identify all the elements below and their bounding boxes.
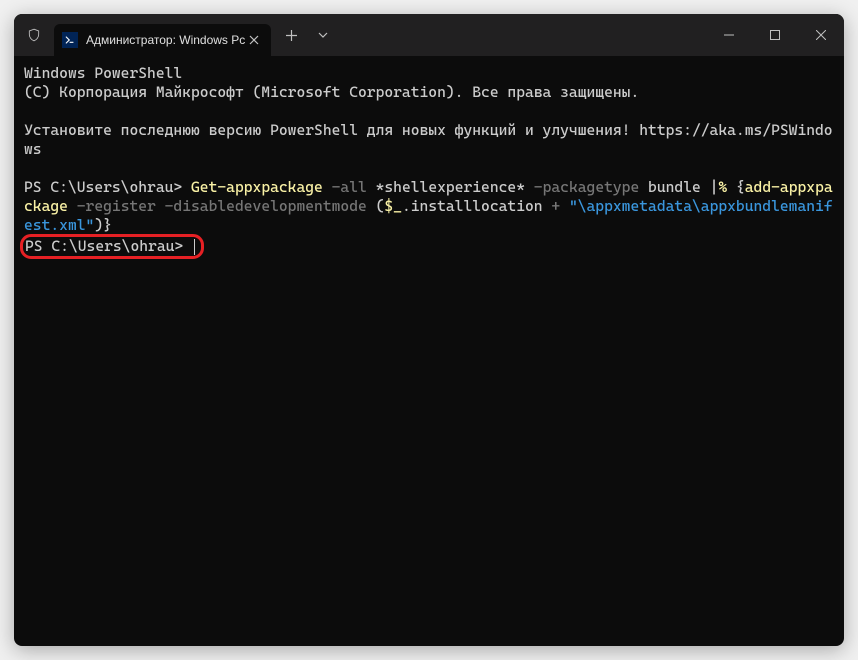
cmd-token: -register -disabledevelopmentmode [68,197,367,215]
ps-header-1: Windows PowerShell [24,64,182,82]
tab-title: Администратор: Windows Pc [86,33,245,47]
maximize-button[interactable] [752,14,798,56]
cmd-token: -packagetype [525,178,639,196]
prompt-2: PS C:\Users\ohrau> [25,237,192,255]
cmd-token: Get-appxpackage [191,178,323,196]
cmd-token: { [736,178,745,196]
cmd-token: bundle [639,178,709,196]
prompt-1: PS C:\Users\ohrau> [24,178,191,196]
cursor [194,239,195,255]
cmd-token: )} [94,216,112,234]
new-tab-button[interactable] [275,19,307,51]
active-tab[interactable]: Администратор: Windows Pc [54,24,271,56]
titlebar[interactable]: Администратор: Windows Pc [14,14,844,56]
ps-info: Установите последнюю версию PowerShell д… [24,121,833,158]
powershell-icon [62,32,78,48]
ps-header-2: (C) Корпорация Майкрософт (Microsoft Cor… [24,83,639,101]
highlight-annotation: PS C:\Users\ohrau> [20,234,204,259]
cmd-token: *shellexperience* [367,178,525,196]
cmd-token: ( [367,197,385,215]
close-window-button[interactable] [798,14,844,56]
window-controls [706,14,844,56]
tab-dropdown-button[interactable] [307,19,339,51]
cmd-token: $_ [384,197,402,215]
cmd-token: + [551,197,569,215]
admin-shield-icon [14,28,54,42]
terminal-window: Администратор: Windows Pc [14,14,844,646]
cmd-token: -all [323,178,367,196]
minimize-button[interactable] [706,14,752,56]
close-tab-button[interactable] [245,31,263,49]
terminal-content[interactable]: Windows PowerShell (C) Корпорация Майкро… [14,56,844,267]
cmd-token: .installlocation [402,197,551,215]
cmd-token: % [718,178,736,196]
